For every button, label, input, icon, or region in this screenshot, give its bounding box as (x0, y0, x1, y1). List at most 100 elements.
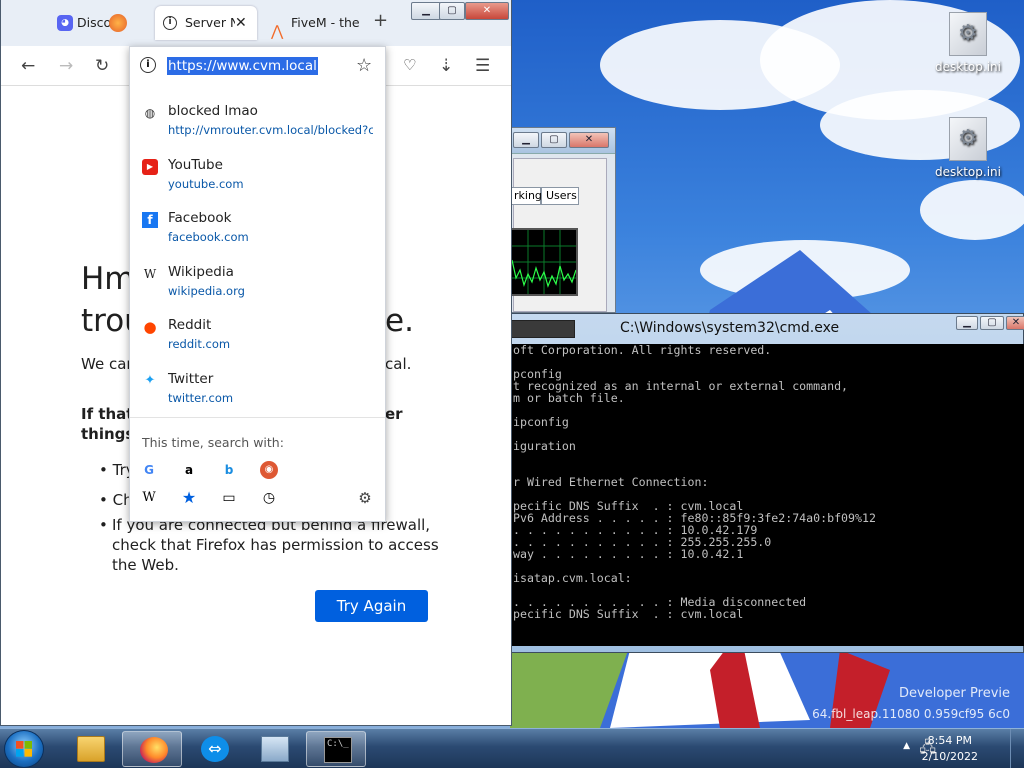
minimize-button[interactable]: ▁ (513, 132, 539, 148)
site-info-icon[interactable]: i (140, 57, 156, 73)
url-suggestion-wikipedia[interactable]: W Wikipedia wikipedia.org (130, 260, 385, 310)
things-label: things (81, 425, 135, 443)
cmd-console-output[interactable]: oft Corporation. All rights reserved. pco… (512, 344, 1024, 646)
maximize-button[interactable]: ▢ (439, 2, 465, 20)
bullet-text: If you are connected but behind a firewa… (112, 516, 439, 574)
try-again-button[interactable]: Try Again (315, 590, 428, 622)
task-manager-icon (261, 736, 289, 762)
suggestion-title: Wikipedia (168, 263, 234, 280)
build-watermark: Developer Previe 64.fbl_leap.11080 0.959… (720, 686, 1010, 721)
taskbar: ⇔ C:\_ ▲ 🖧 8:54 PM 2/10/2022 (0, 728, 1024, 768)
suggestion-title: Reddit (168, 317, 212, 334)
maximize-button[interactable]: ▢ (980, 316, 1004, 330)
gear-icon[interactable]: ⚙ (356, 489, 374, 507)
close-button[interactable]: ✕ (465, 2, 509, 20)
amazon-icon[interactable]: a (180, 461, 198, 479)
globe-icon: ◍ (144, 106, 156, 120)
cloud (920, 180, 1024, 240)
reload-icon[interactable]: ↻ (95, 56, 109, 76)
url-suggestion-blocked-lmao[interactable]: ◍ blocked lmao http://vmrouter.cvm.local/b… (130, 99, 385, 149)
clock-date: 2/10/2022 (921, 750, 978, 763)
close-tab-icon[interactable]: ✕ (235, 6, 247, 40)
urlbar-dropdown: i https://www.cvm.local ☆ ◍ blocked lmao h… (129, 46, 386, 522)
console-line: way . . . . . . . . . : 10.0.42.1 (513, 547, 744, 561)
task-manager-taskbar-button[interactable] (244, 731, 304, 767)
suggestion-title: YouTube (168, 156, 223, 173)
cmd-taskbar-button[interactable]: C:\_ (306, 731, 366, 767)
pocket-icon[interactable]: ♡ (403, 56, 416, 74)
suggestion-url: youtube.com (168, 176, 244, 191)
firefox-taskbar-button[interactable] (122, 731, 182, 767)
discord-icon: ◕ (57, 15, 73, 31)
history-icon[interactable]: ◷ (260, 489, 278, 507)
explorer-taskbar-button[interactable] (60, 731, 120, 767)
desktop-ini-icon[interactable]: desktop.ini (928, 117, 1008, 179)
bing-icon[interactable]: b (220, 461, 238, 479)
bookmark-star-icon[interactable]: ☆ (356, 55, 372, 76)
suggestion-url: twitter.com (168, 391, 234, 405)
suggestion-title: Twitter (168, 371, 214, 387)
url-suggestion-youtube[interactable]: ▶ YouTube youtube.com (130, 153, 385, 203)
bookmarks-star-icon[interactable]: ★ (180, 489, 198, 507)
tabs-icon[interactable]: ▭ (220, 489, 238, 507)
console-line: iguration (513, 439, 576, 453)
minimize-button[interactable]: ▁ (956, 316, 978, 330)
desktop-ini-icon[interactable]: desktop.ini (928, 12, 1008, 74)
suggestion-url: http://vmrouter.cvm.local/blocked?cat (168, 123, 373, 137)
bullet-2: • Ch (99, 491, 133, 509)
suggestion-url: facebook.com (168, 230, 249, 245)
console-line: m or batch file. (513, 391, 625, 405)
wikipedia-icon[interactable]: W (140, 489, 158, 507)
desktop-icon-label: desktop.ini (935, 165, 1001, 179)
menu-icon[interactable]: ☰ (475, 56, 490, 76)
tab-networking[interactable]: rking (509, 187, 542, 205)
system-clock[interactable]: 8:54 PM 2/10/2022 (922, 733, 978, 765)
tab-discord[interactable]: ◕ Discord (47, 6, 153, 40)
google-icon[interactable]: G (140, 461, 158, 479)
url-suggestion-facebook[interactable]: f Facebook facebook.com (130, 206, 385, 256)
show-desktop-button[interactable] (1010, 729, 1024, 768)
close-button[interactable]: ✕ (569, 132, 609, 148)
cmd-icon: C:\_ (324, 737, 352, 763)
cpu-usage-graph (510, 228, 578, 296)
back-icon[interactable]: ← (21, 56, 35, 76)
fivem-icon: ⋀ (271, 22, 284, 40)
firefox-window[interactable]: ◕ Discord i Server Not Found ✕ ⋀ FiveM -… (0, 0, 512, 726)
cmd-window[interactable]: C:\Windows\system32\cmd.exe ▁ ▢ ✕ oft Co… (511, 313, 1024, 653)
plus-icon[interactable]: + (373, 10, 388, 31)
youtube-icon: ▶ (142, 158, 158, 175)
tab-server-not-found[interactable]: i Server Not Found ✕ (155, 6, 257, 40)
url-input[interactable]: https://www.cvm.local (167, 57, 318, 75)
tab-fivem[interactable]: ⋀ FiveM - the (263, 6, 367, 40)
duckduckgo-icon[interactable]: ◉ (260, 461, 278, 479)
suggestion-url: wikipedia.org (168, 283, 245, 298)
facebook-icon: f (142, 212, 158, 229)
console-line: isatap.cvm.local: (513, 571, 632, 585)
watermark-line: 64.fbl_leap.11080 0.959cf95 6c0 (812, 707, 1010, 721)
show-hidden-icons-icon[interactable]: ▲ (903, 741, 910, 751)
forward-icon[interactable]: → (59, 56, 73, 76)
reddit-icon: ● (143, 318, 157, 337)
close-button[interactable]: ✕ (1006, 316, 1024, 330)
error-intro: We car (81, 355, 133, 373)
minimize-button[interactable]: ▁ (411, 2, 441, 20)
firefox-icon (140, 737, 168, 763)
firefox-sound-icon (109, 14, 127, 32)
search-with-label: This time, search with: (142, 435, 284, 450)
url-suggestion-reddit[interactable]: ● Reddit reddit.com (130, 313, 385, 363)
tab-users[interactable]: Users (541, 187, 579, 205)
info-icon: i (163, 16, 177, 30)
teamviewer-taskbar-button[interactable]: ⇔ (184, 731, 244, 767)
cmd-titlebar-fragment (511, 320, 575, 338)
cmd-title: C:\Windows\system32\cmd.exe (620, 320, 840, 336)
start-button[interactable] (4, 730, 44, 768)
tab-title: FiveM - the (291, 15, 360, 30)
maximize-button[interactable]: ▢ (541, 132, 567, 148)
wikipedia-icon: W (143, 266, 157, 281)
download-icon[interactable]: ⇣ (439, 56, 453, 76)
url-suggestion-twitter[interactable]: ✦ Twitter twitter.com (130, 367, 385, 417)
if-that-label: If that (81, 405, 134, 423)
tab-strip: ◕ Discord i Server Not Found ✕ ⋀ FiveM -… (1, 0, 511, 46)
